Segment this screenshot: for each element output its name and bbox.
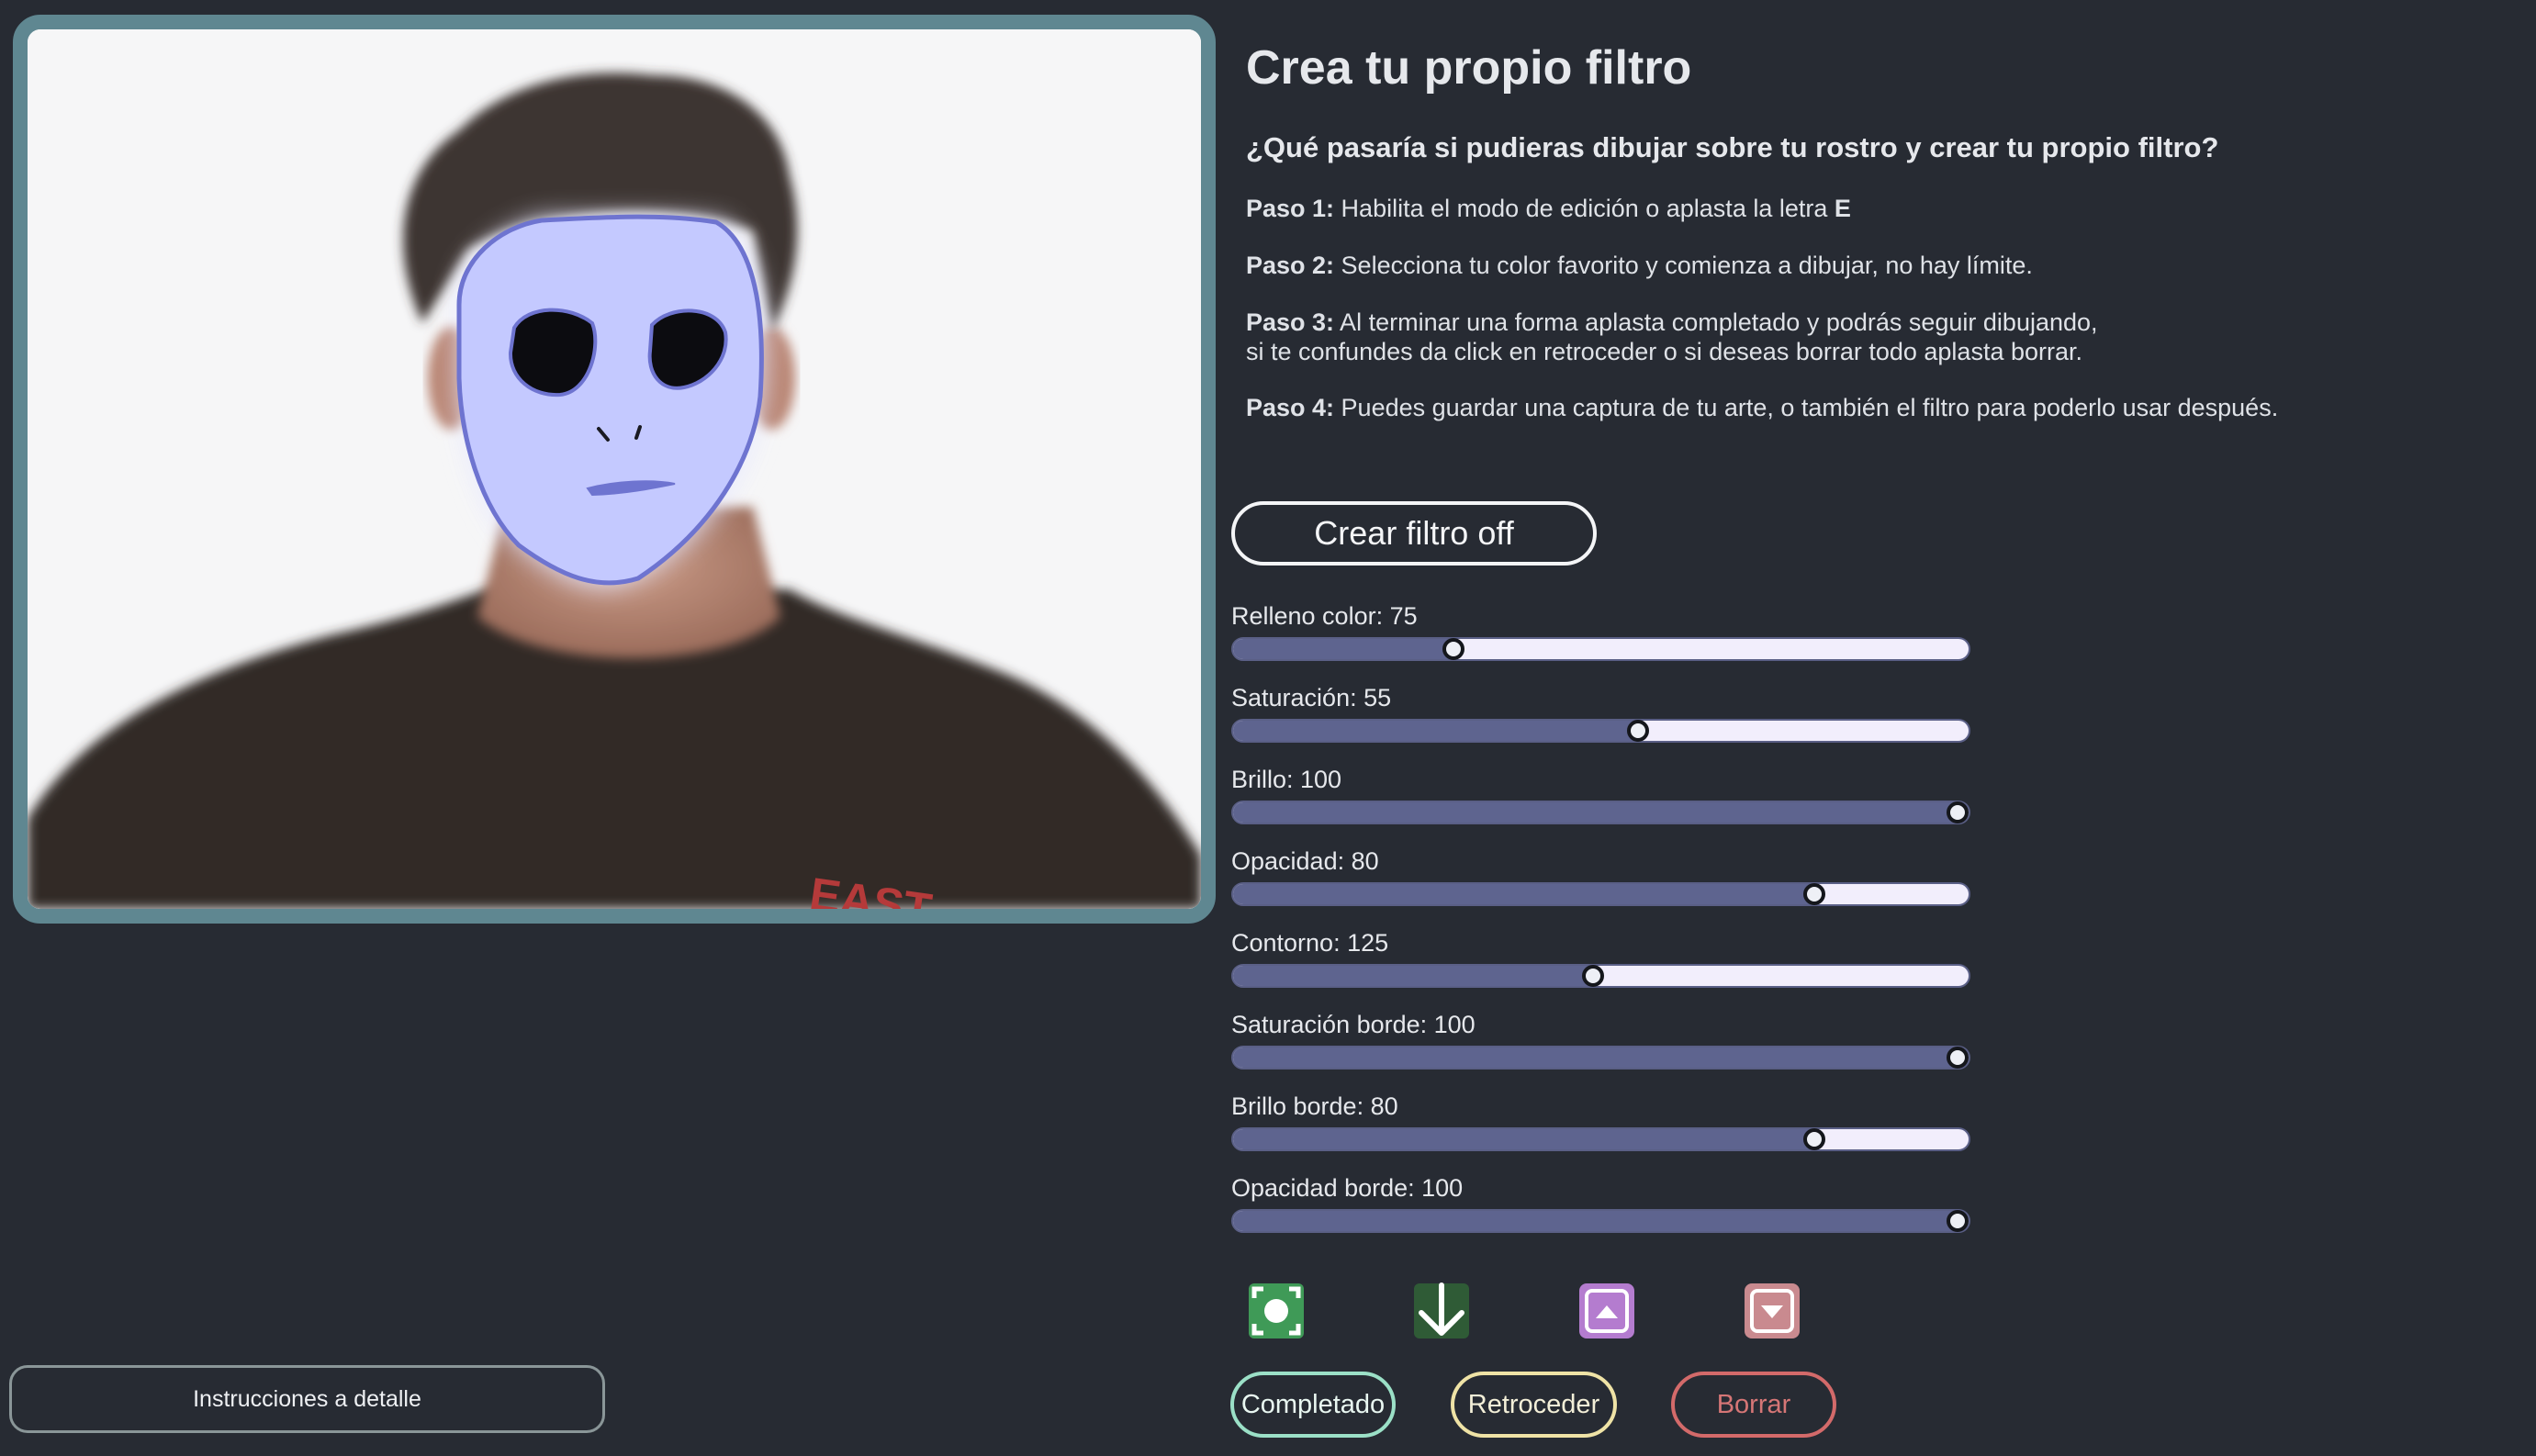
slider-thumb[interactable]: [1582, 965, 1605, 987]
slider-group: Brillo borde: 80: [1231, 1091, 1970, 1151]
slider-label: Contorno: 125: [1231, 929, 1389, 957]
slider-label: Relleno color: 75: [1231, 602, 1418, 630]
step-2: Paso 2: Selecciona tu color favorito y c…: [1246, 251, 2033, 280]
step-text-line2: si te confundes da click en retroceder o…: [1246, 338, 2082, 365]
slider-label: Saturación: 55: [1231, 684, 1392, 711]
slider-track[interactable]: [1231, 719, 1970, 743]
detailed-instructions-button[interactable]: Instrucciones a detalle: [9, 1365, 605, 1433]
step-label: Paso 2:: [1246, 252, 1335, 279]
slider-thumb[interactable]: [1442, 638, 1465, 660]
slider-group: Opacidad: 80: [1231, 846, 1970, 906]
step-label: Paso 3:: [1246, 308, 1335, 336]
clear-button[interactable]: Borrar: [1671, 1372, 1836, 1438]
slider-thumb[interactable]: [1946, 1210, 1969, 1232]
slider-fill: [1233, 802, 1958, 823]
slider-fill: [1233, 639, 1454, 659]
step-text: Puedes guardar una captura de tu arte, o…: [1334, 394, 2279, 421]
load-filter-icon[interactable]: [1743, 1282, 1801, 1340]
slider-fill: [1233, 966, 1594, 986]
slider-track[interactable]: [1231, 801, 1970, 824]
slider-thumb[interactable]: [1946, 801, 1969, 823]
slider-thumb[interactable]: [1802, 1128, 1825, 1150]
slider-fill: [1233, 721, 1638, 741]
undo-button[interactable]: Retroceder: [1451, 1372, 1617, 1438]
slider-track[interactable]: [1231, 1127, 1970, 1151]
mask-left-eye: [508, 308, 598, 398]
step-1: Paso 1: Habilita el modo de edición o ap…: [1246, 194, 1851, 223]
slider-group: Saturación borde: 100: [1231, 1009, 1970, 1070]
slider-track[interactable]: [1231, 1209, 1970, 1233]
step-3: Paso 3: Al terminar una forma aplasta co…: [1246, 308, 2098, 366]
step-4: Paso 4: Puedes guardar una captura de tu…: [1246, 393, 2278, 422]
step-text: Selecciona tu color favorito y comienza …: [1334, 252, 2033, 279]
create-filter-toggle-button[interactable]: Crear filtro off: [1231, 501, 1597, 566]
slider-label: Opacidad: 80: [1231, 847, 1379, 875]
slider-fill: [1233, 884, 1814, 904]
page-subtitle: ¿Qué pasaría si pudieras dibujar sobre t…: [1246, 131, 2219, 163]
step-text: Habilita el modo de edición o aplasta la…: [1334, 195, 1835, 222]
slider-label: Opacidad borde: 100: [1231, 1174, 1464, 1202]
slider-fill: [1233, 1129, 1814, 1149]
slider-track[interactable]: [1231, 882, 1970, 906]
slider-label: Saturación borde: 100: [1231, 1011, 1476, 1038]
slider-fill: [1233, 1211, 1958, 1231]
step-label: Paso 4:: [1246, 394, 1335, 421]
slider-group: Contorno: 125: [1231, 927, 1970, 988]
slider-track[interactable]: [1231, 637, 1970, 661]
step-label: Paso 1:: [1246, 195, 1335, 222]
slider-group: Saturación: 55: [1231, 682, 1970, 743]
upload-filter-icon[interactable]: [1577, 1282, 1636, 1340]
slider-thumb[interactable]: [1802, 883, 1825, 905]
slider-track[interactable]: [1231, 964, 1970, 988]
download-icon[interactable]: [1412, 1282, 1471, 1340]
slider-label: Brillo borde: 80: [1231, 1092, 1398, 1120]
completed-button[interactable]: Completado: [1230, 1372, 1396, 1438]
page: EAST Crea tu propio filtro ¿Qué pasaría …: [0, 0, 2536, 1456]
slider-thumb[interactable]: [1946, 1047, 1969, 1069]
slider-group: Brillo: 100: [1231, 764, 1970, 824]
slider-label: Brillo: 100: [1231, 766, 1342, 793]
slider-thumb[interactable]: [1626, 720, 1649, 742]
slider-fill: [1233, 1047, 1958, 1068]
page-title: Crea tu propio filtro: [1246, 41, 1692, 95]
camera-canvas[interactable]: EAST: [13, 15, 1216, 924]
step-text: Al terminar una forma aplasta completado…: [1334, 308, 2098, 336]
slider-group: Relleno color: 75: [1231, 600, 1970, 661]
step-key: E: [1834, 195, 1851, 222]
capture-icon[interactable]: [1247, 1282, 1306, 1340]
slider-group: Opacidad borde: 100: [1231, 1172, 1970, 1233]
camera-feed: EAST: [28, 29, 1201, 909]
slider-track[interactable]: [1231, 1046, 1970, 1070]
